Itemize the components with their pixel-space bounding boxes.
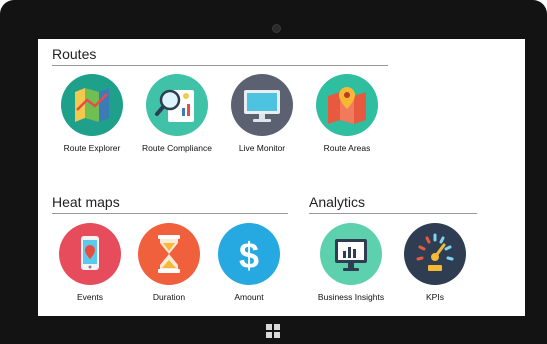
camera-icon <box>272 24 281 33</box>
tile-label: Live Monitor <box>238 143 286 153</box>
tile-label: KPIs <box>426 292 444 302</box>
app-screen: Routes Route Explorer Route Compliance L… <box>38 39 525 316</box>
phone-location-icon <box>59 223 121 285</box>
tile-kpis[interactable]: KPIs <box>389 223 481 302</box>
hourglass-icon <box>138 223 200 285</box>
tile-route-areas[interactable]: Route Areas <box>301 74 393 153</box>
tile-label: Route Compliance <box>142 143 212 153</box>
tile-business-insights[interactable]: Business Insights <box>305 223 397 302</box>
tablet-frame: Routes Route Explorer Route Compliance L… <box>0 0 547 344</box>
tile-live-monitor[interactable]: Live Monitor <box>216 74 308 153</box>
map-pin-icon <box>316 74 378 136</box>
tile-route-compliance[interactable]: Route Compliance <box>131 74 223 153</box>
svg-text:$: $ <box>239 235 259 276</box>
section-title-routes: Routes <box>52 46 97 62</box>
map-icon <box>61 74 123 136</box>
tile-amount[interactable]: $ Amount <box>203 223 295 302</box>
gauge-icon <box>404 223 466 285</box>
section-divider-heatmaps <box>52 213 288 214</box>
chart-monitor-icon <box>320 223 382 285</box>
windows-logo-icon[interactable] <box>266 324 280 338</box>
monitor-icon <box>231 74 293 136</box>
tile-label: Route Areas <box>323 143 371 153</box>
tile-label: Duration <box>152 292 186 302</box>
tile-label: Amount <box>234 292 264 302</box>
tile-route-explorer[interactable]: Route Explorer <box>46 74 138 153</box>
section-title-heatmaps: Heat maps <box>52 194 120 210</box>
tile-label: Route Explorer <box>63 143 121 153</box>
dollar-icon: $ <box>218 223 280 285</box>
section-divider-analytics <box>309 213 477 214</box>
tile-duration[interactable]: Duration <box>123 223 215 302</box>
section-divider-routes <box>52 65 388 66</box>
tile-label: Business Insights <box>317 292 385 302</box>
magnifier-report-icon <box>146 74 208 136</box>
section-title-analytics: Analytics <box>309 194 366 210</box>
